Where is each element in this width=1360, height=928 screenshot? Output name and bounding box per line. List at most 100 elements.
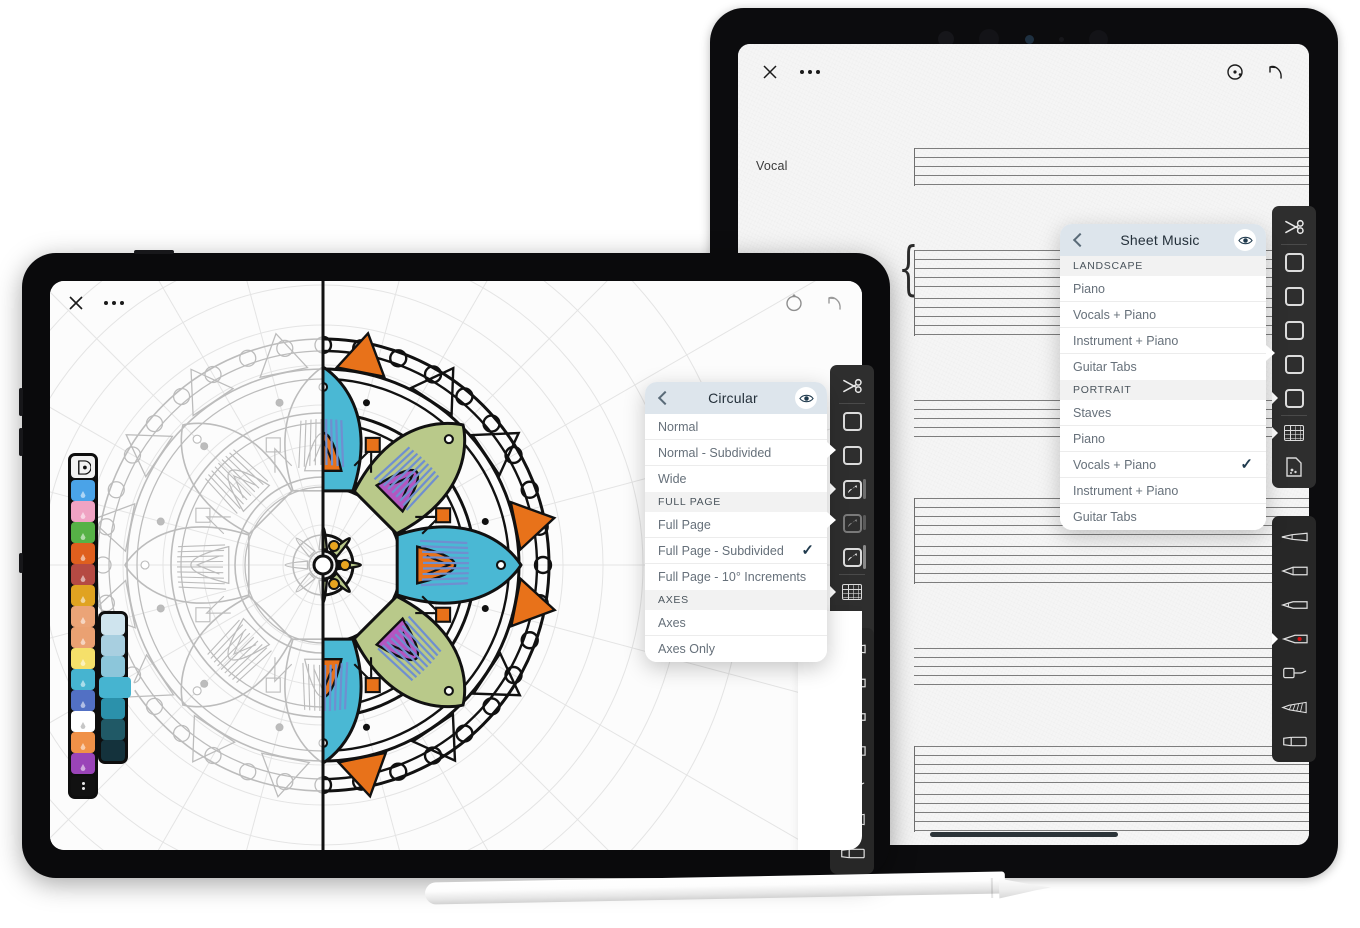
power-button[interactable] <box>19 553 23 573</box>
scissors-icon[interactable] <box>1277 210 1311 244</box>
swatch-drop-icon <box>80 596 86 603</box>
brush-icon[interactable] <box>1277 690 1311 724</box>
color-picker-icon[interactable] <box>71 456 95 478</box>
menu-item-portrait-vocals-piano[interactable]: Vocals + Piano ✓ <box>1060 452 1266 478</box>
menu-section-heading: PORTRAIT <box>1060 380 1266 400</box>
reset-view-icon[interactable] <box>1225 62 1245 82</box>
color-swatch-1[interactable] <box>71 501 95 522</box>
menu-section-heading: AXES <box>645 590 827 610</box>
pencil-seam <box>990 877 994 899</box>
color-swatch-2[interactable] <box>71 522 95 543</box>
swatch-drop-icon <box>80 638 86 645</box>
stave-label-vocal: Vocal <box>756 159 788 173</box>
menu-item-full-page-10-increments[interactable]: Full Page - 10° Increments <box>645 564 827 590</box>
menu-item-full-page[interactable]: Full Page <box>645 512 827 538</box>
undo-icon[interactable] <box>824 293 846 313</box>
grid-icon[interactable] <box>830 575 869 609</box>
checkmark-icon: ✓ <box>1240 456 1253 473</box>
pen-preset-2[interactable] <box>835 506 869 540</box>
color-swatch-list-secondary <box>99 614 138 761</box>
pen-preset-1[interactable] <box>830 472 869 506</box>
square-icon-1[interactable] <box>835 404 869 438</box>
more-options-icon[interactable] <box>800 70 820 74</box>
eye-icon[interactable] <box>1234 229 1256 251</box>
menu-item-landscape-guitar-tabs[interactable]: Guitar Tabs <box>1060 354 1266 380</box>
menu-item-landscape-vocals-piano[interactable]: Vocals + Piano <box>1060 302 1266 328</box>
color-swatch-4[interactable] <box>71 564 95 585</box>
menu-item-axes-only[interactable]: Axes Only <box>645 636 827 662</box>
menu-item-axes[interactable]: Axes <box>645 610 827 636</box>
swatch-drop-icon <box>80 701 86 708</box>
color-swatch-secondary-6[interactable] <box>101 740 125 761</box>
eye-icon[interactable] <box>795 387 817 409</box>
color-swatch-8[interactable] <box>71 648 95 669</box>
menu-item-portrait-instrument-piano[interactable]: Instrument + Piano <box>1060 478 1266 504</box>
menu-item-full-page-subdivided[interactable]: Full Page - Subdivided ✓ <box>645 538 827 564</box>
pen-preset-3[interactable] <box>835 540 869 574</box>
close-icon[interactable] <box>66 293 86 313</box>
menu-section-heading: FULL PAGE <box>645 492 827 512</box>
back-chevron-icon[interactable] <box>655 390 671 406</box>
reset-view-icon[interactable] <box>784 293 804 313</box>
color-swatch-12[interactable] <box>71 732 95 753</box>
menu-title: Circular <box>708 390 758 406</box>
swatch-drop-icon <box>80 575 86 582</box>
menu-item-landscape-piano[interactable]: Piano <box>1060 276 1266 302</box>
square-icon-2[interactable] <box>835 438 869 472</box>
square-icon-5[interactable] <box>1272 381 1311 415</box>
highlighter-icon[interactable] <box>1277 724 1311 758</box>
color-swatch-secondary-0[interactable] <box>101 614 125 635</box>
color-swatch-13[interactable] <box>71 753 95 774</box>
swatch-drop-icon <box>80 722 86 729</box>
color-swatch-5[interactable] <box>71 585 95 606</box>
swatch-drop-icon <box>80 491 86 498</box>
menu-item-normal[interactable]: Normal <box>645 414 827 440</box>
ballpoint-pen-icon[interactable] <box>1277 554 1311 588</box>
undo-icon[interactable] <box>1265 62 1287 82</box>
more-colors-icon[interactable] <box>71 776 95 796</box>
square-icon-2[interactable] <box>1277 279 1311 313</box>
volume-button-down[interactable] <box>19 428 23 456</box>
barline <box>914 746 916 832</box>
color-swatch-secondary-1[interactable] <box>101 635 125 656</box>
more-options-icon[interactable] <box>104 301 124 305</box>
close-icon[interactable] <box>760 62 780 82</box>
color-swatch-0[interactable] <box>71 480 95 501</box>
color-swatch-9[interactable] <box>71 669 95 690</box>
fountain-pen-icon[interactable] <box>1277 520 1311 554</box>
color-swatch-secondary-5[interactable] <box>101 719 125 740</box>
marker-pen-icon[interactable] <box>1272 622 1311 656</box>
menu-item-landscape-instrument-piano[interactable]: Instrument + Piano <box>1060 328 1266 354</box>
felt-tip-pen-icon[interactable] <box>1277 588 1311 622</box>
image-icon[interactable] <box>1277 450 1311 484</box>
menu-pointer-arrow-2 <box>827 512 836 528</box>
square-icon-3[interactable] <box>1277 313 1311 347</box>
color-swatch-11[interactable] <box>71 711 95 732</box>
volume-button-up[interactable] <box>19 388 23 416</box>
swatch-drop-icon <box>80 659 86 666</box>
menu-section-heading: LANDSCAPE <box>1060 256 1266 276</box>
menu-item-wide[interactable]: Wide <box>645 466 827 492</box>
color-swatch-6[interactable] <box>71 606 95 627</box>
scissors-icon[interactable] <box>835 369 869 403</box>
menu-item-portrait-piano[interactable]: Piano <box>1060 426 1266 452</box>
color-swatch-secondary-2[interactable] <box>101 656 125 677</box>
back-chevron-icon[interactable] <box>1070 232 1086 248</box>
square-icon-1[interactable] <box>1277 245 1311 279</box>
color-swatch-10[interactable] <box>71 690 95 711</box>
menu-header: Circular <box>645 382 827 414</box>
menu-item-portrait-staves[interactable]: Staves <box>1060 400 1266 426</box>
square-icon-4[interactable] <box>1277 347 1311 381</box>
menu-item-portrait-guitar-tabs[interactable]: Guitar Tabs <box>1060 504 1266 530</box>
color-swatch-7[interactable] <box>71 627 95 648</box>
screenshot-root: Vocal Piano { <box>0 0 1360 928</box>
eraser-icon[interactable] <box>1277 656 1311 690</box>
swatch-drop-icon <box>80 533 86 540</box>
color-swatch-3[interactable] <box>71 543 95 564</box>
color-swatch-secondary-3[interactable] <box>99 677 138 698</box>
menu-item-normal-subdivided[interactable]: Normal - Subdivided <box>645 440 827 466</box>
color-swatch-secondary-4[interactable] <box>101 698 125 719</box>
stave-row <box>914 648 1309 686</box>
grid-icon[interactable] <box>1272 416 1311 450</box>
apple-pencil[interactable] <box>424 871 1050 905</box>
